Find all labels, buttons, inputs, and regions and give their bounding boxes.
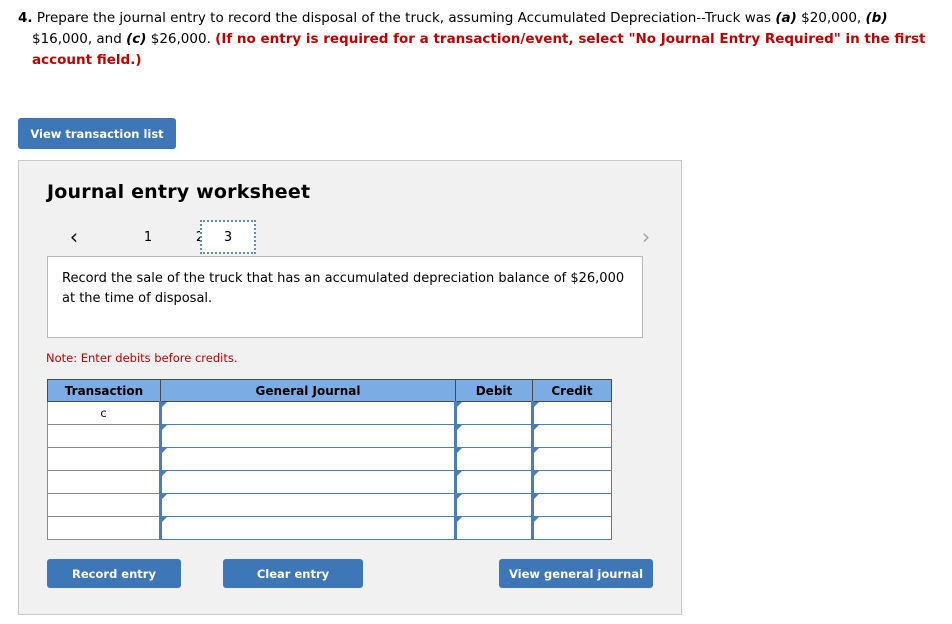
cell-general-journal-input[interactable] <box>159 447 456 471</box>
cell-debit-input[interactable] <box>454 401 533 425</box>
cell-transaction <box>47 447 161 471</box>
chevron-left-icon[interactable]: ‹ <box>61 219 87 255</box>
column-header-debit: Debit <box>455 379 533 402</box>
cell-credit-input[interactable] <box>531 493 612 517</box>
worksheet-instruction: Record the sale of the truck that has an… <box>47 256 643 338</box>
cell-credit-input[interactable] <box>531 401 612 425</box>
cell-debit-input[interactable] <box>454 424 533 448</box>
table-row <box>47 424 612 448</box>
column-header-credit: Credit <box>532 379 612 402</box>
cell-general-journal-input[interactable] <box>159 516 456 540</box>
page-title: Journal entry worksheet <box>47 181 311 203</box>
question-amount-c: $26,000. <box>146 31 216 47</box>
journal-entry-worksheet-panel: Journal entry worksheet ‹ 1 2 3 › Record… <box>18 160 682 615</box>
cell-general-journal-input[interactable] <box>159 401 456 425</box>
cell-transaction <box>47 470 161 494</box>
worksheet-pager: ‹ 1 2 3 › <box>43 219 659 255</box>
cell-transaction: c <box>47 401 161 425</box>
worksheet-tab-1[interactable]: 1 <box>131 220 165 254</box>
question-block: 4. Prepare the journal entry to record t… <box>18 8 943 71</box>
worksheet-tab-3[interactable]: 3 <box>200 220 256 254</box>
view-transaction-list-button[interactable]: View transaction list <box>18 118 176 149</box>
cell-credit-input[interactable] <box>531 516 612 540</box>
question-amount-b: $16,000, and <box>32 31 127 47</box>
table-row <box>47 516 612 540</box>
cell-transaction <box>47 516 161 540</box>
column-header-transaction: Transaction <box>47 379 161 402</box>
table-row: c <box>47 401 612 425</box>
cell-credit-input[interactable] <box>531 424 612 448</box>
cell-credit-input[interactable] <box>531 470 612 494</box>
chevron-right-icon[interactable]: › <box>633 219 659 255</box>
cell-debit-input[interactable] <box>454 516 533 540</box>
cell-transaction <box>47 424 161 448</box>
question-text-part1: Prepare the journal entry to record the … <box>36 10 776 26</box>
column-header-general-journal: General Journal <box>160 379 456 402</box>
cell-transaction <box>47 493 161 517</box>
cell-general-journal-input[interactable] <box>159 424 456 448</box>
table-row <box>47 493 612 517</box>
question-label-a: (a) <box>775 10 797 26</box>
table-row <box>47 470 612 494</box>
record-entry-button[interactable]: Record entry <box>47 559 181 588</box>
clear-entry-button[interactable]: Clear entry <box>223 559 363 588</box>
question-text: Prepare the journal entry to record the … <box>32 10 926 68</box>
cell-debit-input[interactable] <box>454 470 533 494</box>
question-label-c: (c) <box>126 31 147 47</box>
cell-credit-input[interactable] <box>531 447 612 471</box>
cell-general-journal-input[interactable] <box>159 470 456 494</box>
journal-entry-table: Transaction General Journal Debit Credit… <box>47 379 612 540</box>
debits-before-credits-note: Note: Enter debits before credits. <box>46 351 238 365</box>
cell-general-journal-input[interactable] <box>159 493 456 517</box>
table-header-row: Transaction General Journal Debit Credit <box>47 379 612 402</box>
cell-debit-input[interactable] <box>454 493 533 517</box>
question-amount-a: $20,000, <box>796 10 866 26</box>
table-row <box>47 447 612 471</box>
question-number: 4. <box>18 10 33 26</box>
view-general-journal-button[interactable]: View general journal <box>499 559 653 588</box>
cell-debit-input[interactable] <box>454 447 533 471</box>
question-label-b: (b) <box>865 10 888 26</box>
